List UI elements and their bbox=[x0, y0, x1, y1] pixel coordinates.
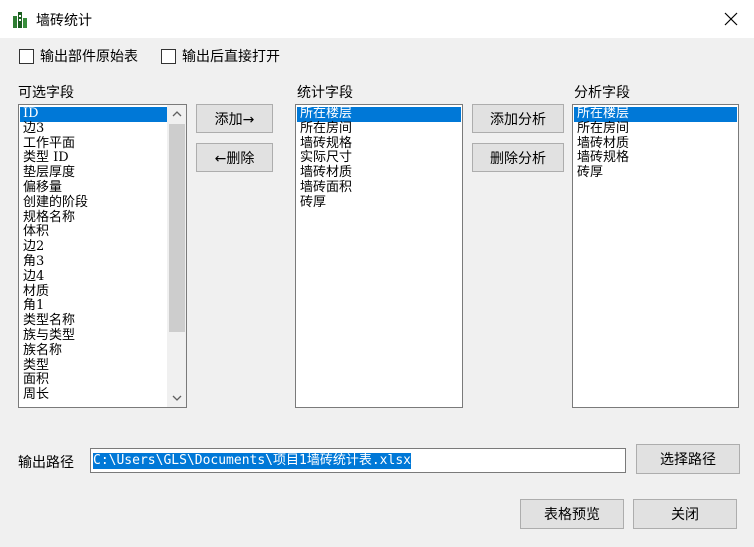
chevron-up-icon bbox=[172, 111, 182, 117]
open-after-label: 输出后直接打开 bbox=[182, 49, 280, 65]
close-button[interactable]: 关闭 bbox=[633, 499, 737, 529]
available-field-item[interactable]: 边4 bbox=[20, 269, 167, 285]
stat-field-item[interactable]: 砖厚 bbox=[297, 195, 461, 211]
available-field-item[interactable]: 规格名称 bbox=[20, 210, 167, 226]
output-path-value: C:\Users\GLS\Documents\项目1墙砖统计表.xlsx bbox=[93, 452, 411, 469]
analysis-field-item[interactable]: 所在房间 bbox=[574, 121, 737, 137]
available-field-item[interactable]: 族名称 bbox=[20, 343, 167, 359]
add-analysis-button[interactable]: 添加分析 bbox=[472, 104, 564, 133]
scroll-thumb[interactable] bbox=[169, 124, 185, 332]
available-field-item[interactable]: 工作平面 bbox=[20, 136, 167, 152]
available-field-item[interactable]: 创建的阶段 bbox=[20, 195, 167, 211]
close-icon bbox=[724, 12, 738, 26]
building-icon bbox=[13, 12, 27, 28]
stat-fields-list[interactable]: 所在楼层 所在房间 墙砖规格 实际尺寸 墙砖材质 墙砖面积 砖厚 bbox=[295, 104, 463, 408]
analysis-field-item[interactable]: 所在楼层 bbox=[574, 107, 737, 122]
stat-fields-label: 统计字段 bbox=[297, 85, 353, 101]
remove-field-button[interactable]: ←删除 bbox=[196, 143, 273, 172]
scroll-down-button[interactable] bbox=[168, 389, 186, 407]
stat-field-item[interactable]: 所在房间 bbox=[297, 121, 461, 137]
available-fields-label: 可选字段 bbox=[18, 85, 74, 101]
analysis-fields-label: 分析字段 bbox=[574, 85, 630, 101]
export-raw-checkbox[interactable]: 输出部件原始表 bbox=[19, 46, 138, 66]
stat-field-item[interactable]: 墙砖规格 bbox=[297, 136, 461, 152]
close-window-button[interactable] bbox=[708, 0, 754, 38]
available-field-item[interactable]: 偏移量 bbox=[20, 181, 167, 196]
available-field-item[interactable]: 类型 ID bbox=[20, 151, 167, 166]
available-field-item[interactable]: 体积 bbox=[20, 225, 167, 240]
available-field-item[interactable]: 垫层厚度 bbox=[20, 166, 167, 181]
available-field-item[interactable]: 类型名称 bbox=[20, 314, 167, 329]
analysis-field-item[interactable]: 砖厚 bbox=[574, 166, 737, 181]
analysis-fields-list[interactable]: 所在楼层 所在房间 墙砖材质 墙砖规格 砖厚 bbox=[572, 104, 739, 408]
stat-field-item[interactable]: 墙砖材质 bbox=[297, 166, 461, 181]
available-field-item[interactable]: 类型 bbox=[20, 358, 167, 374]
stat-field-item[interactable]: 所在楼层 bbox=[297, 107, 461, 122]
export-raw-box[interactable] bbox=[19, 48, 34, 64]
add-field-button[interactable]: 添加→ bbox=[196, 104, 273, 133]
chevron-down-icon bbox=[172, 395, 182, 401]
output-path-label: 输出路径 bbox=[18, 455, 74, 471]
available-field-item[interactable]: 材质 bbox=[20, 284, 167, 300]
scroll-up-button[interactable] bbox=[168, 105, 186, 123]
stat-field-item[interactable]: 墙砖面积 bbox=[297, 181, 461, 196]
available-field-item[interactable]: 边2 bbox=[20, 240, 167, 255]
available-field-item[interactable]: 角3 bbox=[20, 255, 167, 270]
open-after-box[interactable] bbox=[161, 48, 176, 64]
export-raw-label: 输出部件原始表 bbox=[40, 49, 138, 65]
available-field-item[interactable]: 周长 bbox=[20, 388, 167, 403]
remove-analysis-button[interactable]: 删除分析 bbox=[472, 143, 564, 172]
choose-path-button[interactable]: 选择路径 bbox=[636, 444, 740, 474]
available-field-item[interactable]: ID bbox=[20, 107, 167, 122]
title-bar: 墙砖统计 bbox=[0, 0, 754, 38]
output-path-input[interactable]: C:\Users\GLS\Documents\项目1墙砖统计表.xlsx bbox=[90, 448, 626, 473]
table-preview-button[interactable]: 表格预览 bbox=[520, 499, 624, 529]
available-field-item[interactable]: 族与类型 bbox=[20, 329, 167, 344]
available-field-item[interactable]: 边3 bbox=[20, 121, 167, 137]
available-field-item[interactable]: 角1 bbox=[20, 299, 167, 314]
open-after-checkbox[interactable]: 输出后直接打开 bbox=[161, 46, 280, 66]
available-field-item[interactable]: 面积 bbox=[20, 373, 167, 388]
stat-field-item[interactable]: 实际尺寸 bbox=[297, 151, 461, 166]
window-title: 墙砖统计 bbox=[36, 13, 92, 29]
available-scrollbar[interactable] bbox=[167, 105, 186, 407]
available-fields-list[interactable]: ID 边3 工作平面 类型 ID 垫层厚度 偏移量 创建的阶段 规格名称 体积 边2 角3 边4 材质角… bbox=[18, 104, 187, 408]
analysis-field-item[interactable]: 墙砖规格 bbox=[574, 151, 737, 166]
